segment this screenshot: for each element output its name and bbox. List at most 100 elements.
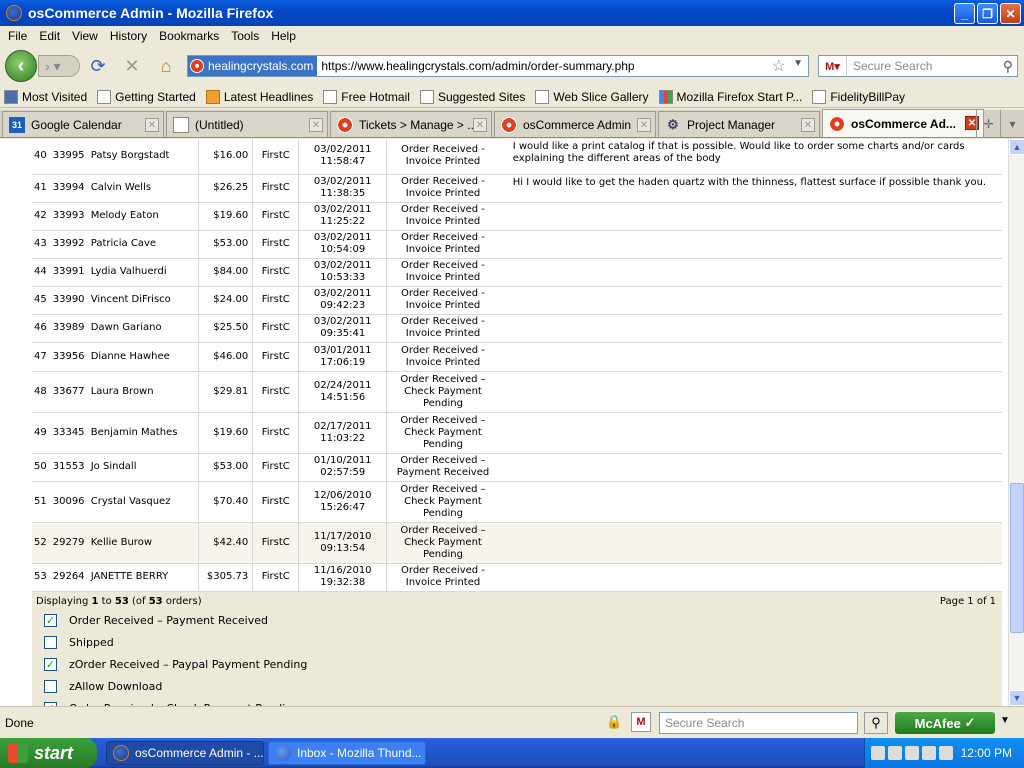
- order-id[interactable]: 29279: [50, 522, 89, 564]
- order-id[interactable]: 33994: [50, 174, 89, 203]
- tray-security-icon[interactable]: [888, 746, 902, 760]
- status-filter-item[interactable]: zAllow Download: [44, 680, 162, 693]
- bookmark-getting-started[interactable]: Getting Started: [97, 89, 196, 104]
- status-filter-checkbox[interactable]: [44, 680, 57, 693]
- bookmark-star-icon[interactable]: ☆: [772, 56, 786, 76]
- order-id[interactable]: 33991: [50, 258, 89, 287]
- tray-antivirus-icon[interactable]: [905, 746, 919, 760]
- url-bar[interactable]: healingcrystals.com https://www.healingc…: [187, 55, 809, 77]
- customer-name[interactable]: Calvin Wells: [88, 174, 199, 203]
- tray-update-icon[interactable]: [922, 746, 936, 760]
- tray-volume-icon[interactable]: [939, 746, 953, 760]
- start-button[interactable]: start: [0, 738, 97, 768]
- menu-bookmarks[interactable]: Bookmarks: [153, 29, 225, 43]
- home-icon[interactable]: ⌂: [156, 56, 176, 76]
- customer-name[interactable]: Patricia Cave: [88, 230, 199, 259]
- restore-button[interactable]: ❐: [977, 3, 998, 24]
- lock-icon[interactable]: 🔒: [606, 714, 622, 730]
- customer-name[interactable]: Jo Sindall: [88, 453, 199, 482]
- stop-icon[interactable]: ✕: [122, 56, 142, 76]
- order-id[interactable]: 33992: [50, 230, 89, 259]
- bookmark-suggested-sites[interactable]: Suggested Sites: [419, 89, 525, 104]
- table-row[interactable]: 41 33994 Calvin Wells $26.25 FirstC 03/02/201…: [32, 174, 1002, 203]
- mcafee-search-engine-icon[interactable]: M▾: [819, 56, 847, 76]
- tray-network-icon[interactable]: [871, 746, 885, 760]
- tab-close-icon[interactable]: ✕: [145, 118, 159, 132]
- bookmark-fidelity[interactable]: FidelityBillPay: [812, 89, 905, 104]
- table-row[interactable]: 49 33345 Benjamin Mathes $19.60 FirstC 02/17/…: [32, 412, 1002, 454]
- taskbar-item-firefox[interactable]: osCommerce Admin - ...: [106, 741, 264, 765]
- search-input[interactable]: Secure Search: [847, 59, 1003, 73]
- scroll-up-icon[interactable]: ▲: [1009, 139, 1024, 155]
- table-row[interactable]: 44 33991 Lydia Valhuerdi $84.00 FirstC 03/02/…: [32, 258, 1002, 287]
- tab-close-icon[interactable]: ✕: [309, 118, 323, 132]
- tab-close-icon[interactable]: ✕: [801, 118, 815, 132]
- secure-search-icon[interactable]: ⚲: [864, 712, 888, 734]
- order-id[interactable]: 29264: [50, 563, 89, 592]
- site-identity-button[interactable]: healingcrystals.com: [188, 56, 318, 76]
- menu-view[interactable]: View: [66, 29, 104, 43]
- url-dropdown-icon[interactable]: ▼: [793, 58, 803, 69]
- customer-name[interactable]: Kellie Burow: [88, 522, 199, 564]
- new-tab-icon[interactable]: ✛: [976, 110, 1000, 138]
- table-row[interactable]: 52 29279 Kellie Burow $42.40 FirstC 11/17/201…: [32, 522, 1002, 564]
- close-window-button[interactable]: ✕: [1000, 3, 1021, 24]
- menu-edit[interactable]: Edit: [33, 29, 66, 43]
- tab-tickets[interactable]: Tickets > Manage > ... ✕: [330, 111, 492, 137]
- order-id[interactable]: 31553: [50, 453, 89, 482]
- mcafee-site-advisor-icon[interactable]: M: [631, 712, 651, 732]
- minimize-button[interactable]: _: [954, 3, 975, 24]
- secure-search-input[interactable]: Secure Search: [659, 712, 858, 734]
- order-id[interactable]: 33956: [50, 342, 89, 372]
- taskbar-item-thunderbird[interactable]: Inbox - Mozilla Thund...: [268, 741, 426, 765]
- bookmark-latest-headlines[interactable]: Latest Headlines: [205, 89, 313, 104]
- status-filter-item[interactable]: ✓ Order Received – Payment Received: [44, 614, 268, 627]
- tab-oscommerce-admin[interactable]: osCommerce Admin ✕: [494, 111, 656, 137]
- tab-close-icon[interactable]: ✕: [637, 118, 651, 132]
- order-id[interactable]: 33993: [50, 202, 89, 231]
- tab-google-calendar[interactable]: 31 Google Calendar ✕: [2, 111, 164, 137]
- customer-name[interactable]: Patsy Borgstadt: [88, 139, 199, 175]
- customer-name[interactable]: JANETTE BERRY: [88, 563, 199, 592]
- status-filter-checkbox[interactable]: ✓: [44, 658, 57, 671]
- bookmark-firefox-start[interactable]: Mozilla Firefox Start P...: [658, 89, 802, 104]
- scroll-thumb[interactable]: [1010, 483, 1024, 633]
- menu-help[interactable]: Help: [265, 29, 302, 43]
- order-id[interactable]: 33677: [50, 371, 89, 413]
- customer-name[interactable]: Dawn Gariano: [88, 314, 199, 343]
- table-row[interactable]: 42 33993 Melody Eaton $19.60 FirstC 03/02/201…: [32, 202, 1002, 231]
- menu-file[interactable]: File: [2, 29, 33, 43]
- tab-list-icon[interactable]: ▾: [1000, 110, 1024, 138]
- order-id[interactable]: 33345: [50, 412, 89, 454]
- bookmark-free-hotmail[interactable]: Free Hotmail: [323, 89, 410, 104]
- table-row[interactable]: 53 29264 JANETTE BERRY $305.73 FirstC 11/16/2…: [32, 563, 1002, 592]
- search-icon[interactable]: ⚲: [1003, 58, 1017, 75]
- customer-name[interactable]: Vincent DiFrisco: [88, 286, 199, 315]
- customer-name[interactable]: Benjamin Mathes: [88, 412, 199, 454]
- scroll-down-icon[interactable]: ▼: [1009, 690, 1024, 706]
- mcafee-dropdown-icon[interactable]: ▼: [1000, 715, 1010, 726]
- status-filter-item[interactable]: Shipped: [44, 636, 114, 649]
- customer-name[interactable]: Dianne Hawhee: [88, 342, 199, 372]
- table-row[interactable]: 46 33989 Dawn Gariano $25.50 FirstC 03/02/201…: [32, 314, 1002, 343]
- order-id[interactable]: 33989: [50, 314, 89, 343]
- mcafee-button[interactable]: McAfee ✓: [895, 712, 995, 734]
- order-id[interactable]: 30096: [50, 481, 89, 523]
- table-row[interactable]: 40 33995 Patsy Borgstadt $16.00 FirstC 03/02/…: [32, 139, 1002, 175]
- url-text[interactable]: https://www.healingcrystals.com/admin/or…: [317, 59, 634, 73]
- status-filter-checkbox[interactable]: [44, 636, 57, 649]
- menu-tools[interactable]: Tools: [225, 29, 265, 43]
- back-button[interactable]: ‹: [5, 50, 37, 82]
- tab-project-manager[interactable]: ⚙ Project Manager ✕: [658, 111, 820, 137]
- table-row[interactable]: 50 31553 Jo Sindall $53.00 FirstC 01/10/2011 0…: [32, 453, 1002, 482]
- reload-icon[interactable]: ⟳: [88, 56, 108, 76]
- order-id[interactable]: 33995: [50, 139, 89, 175]
- table-row[interactable]: 47 33956 Dianne Hawhee $46.00 FirstC 03/01/20…: [32, 342, 1002, 372]
- menu-history[interactable]: History: [104, 29, 153, 43]
- tab-close-icon[interactable]: ✕: [473, 118, 487, 132]
- status-filter-item[interactable]: ✓ zOrder Received – Paypal Payment Pendin…: [44, 658, 307, 671]
- tab-untitled[interactable]: (Untitled) ✕: [166, 111, 328, 137]
- table-row[interactable]: 45 33990 Vincent DiFrisco $24.00 FirstC 03/02…: [32, 286, 1002, 315]
- vertical-scrollbar[interactable]: ▲ ▼: [1008, 139, 1024, 706]
- customer-name[interactable]: Melody Eaton: [88, 202, 199, 231]
